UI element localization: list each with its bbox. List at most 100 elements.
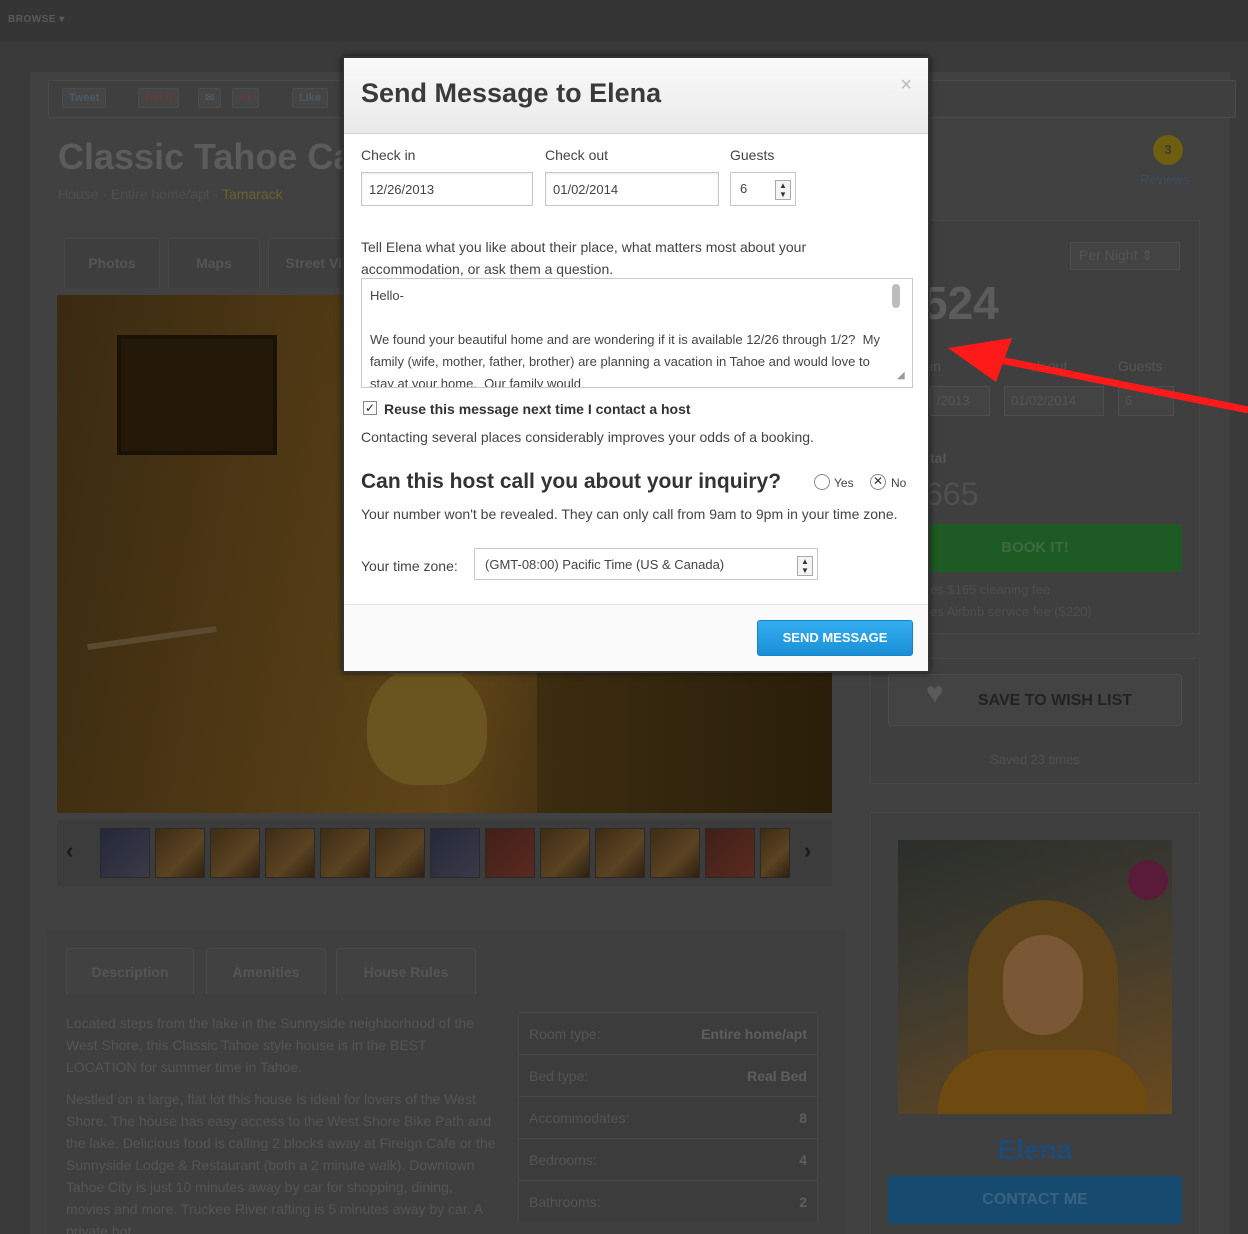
arrow-head	[948, 338, 1012, 382]
message-prompt: Tell Elena what you like about their pla…	[361, 239, 807, 277]
host-avatar[interactable]	[898, 840, 1172, 1114]
chevron-down-icon: ⇕	[1141, 247, 1153, 263]
photo-thumbnail[interactable]	[320, 828, 370, 878]
dialog-header: Send Message to Elena ×	[344, 58, 928, 134]
email-icon[interactable]: ✉	[198, 88, 222, 108]
chevron-right-icon[interactable]: ›	[804, 838, 811, 864]
tab-description[interactable]: Description	[66, 948, 194, 994]
guests-select[interactable]: 6 ▲ ▼	[730, 172, 796, 206]
photo-thumbnail[interactable]	[540, 828, 590, 878]
timezone-select[interactable]: (GMT-08:00) Pacific Time (US & Canada) ▲…	[474, 548, 818, 580]
chevron-left-icon[interactable]: ‹	[66, 838, 73, 864]
checkin-input[interactable]	[361, 172, 533, 206]
photo-thumbnail[interactable]	[705, 828, 755, 878]
arrow-shaft	[989, 354, 1248, 414]
photo-thumbnail[interactable]	[375, 828, 425, 878]
like-button[interactable]: Like	[292, 88, 329, 108]
heart-icon: ♥	[926, 677, 944, 710]
detail-value: Entire home/apt	[701, 1025, 807, 1042]
photo-thumbnail[interactable]	[155, 828, 205, 878]
detail-label: Accommodates:	[529, 1109, 630, 1126]
guests-value: 6	[740, 181, 748, 196]
listing-type: House · Entire home/apt ·	[58, 186, 222, 202]
total-value: 665	[925, 476, 979, 512]
detail-value: 8	[799, 1109, 807, 1126]
browse-menu[interactable]: BROWSE ▾	[8, 14, 65, 25]
photo-thumbnail[interactable]	[760, 828, 790, 878]
detail-row: Bedrooms: 4	[518, 1138, 818, 1180]
tab-amenities[interactable]: Amenities	[206, 948, 326, 994]
saved-count: Saved 23 times	[990, 752, 1080, 767]
photo-thumbnail[interactable]	[210, 828, 260, 878]
resize-handle-icon[interactable]: ◢	[897, 370, 909, 382]
spinner-icon[interactable]: ▲ ▼	[797, 556, 813, 576]
photo-detail	[367, 665, 487, 785]
thumbnail-list	[100, 828, 790, 878]
checkout-input[interactable]	[545, 172, 719, 206]
listing-subtitle: House · Entire home/apt · Tamarack	[58, 186, 338, 202]
detail-row: Accommodates: 8	[518, 1096, 818, 1138]
detail-row: Bed type: Real Bed	[518, 1054, 818, 1096]
detail-label: Room type:	[529, 1025, 601, 1042]
detail-value: 2	[799, 1193, 807, 1210]
listing-details-table: Room type: Entire home/apt Bed type: Real …	[518, 1012, 818, 1222]
call-yes-label[interactable]: Yes	[834, 476, 854, 490]
avatar-detail	[938, 1050, 1148, 1114]
annotation-arrow-icon	[948, 338, 1248, 414]
detail-row: Room type: Entire home/apt	[518, 1012, 818, 1054]
tab-photos[interactable]: Photos	[64, 238, 160, 288]
reuse-message-checkbox[interactable]: ✓	[363, 401, 377, 415]
nightly-price: 524	[922, 277, 999, 329]
send-message-button[interactable]: SEND MESSAGE	[757, 620, 913, 656]
photo-thumbnail[interactable]	[100, 828, 150, 878]
service-fee-note: es Airbnb service fee ($220)	[930, 604, 1092, 619]
call-no-label[interactable]: No	[891, 476, 906, 490]
description-paragraph: Nestled on a large, flat lot this house …	[66, 1091, 496, 1234]
call-note: Your number won't be revealed. They can …	[361, 506, 898, 522]
detail-value: Real Bed	[747, 1067, 807, 1084]
guests-label: Guests	[730, 147, 775, 163]
detail-label: Bed type:	[529, 1067, 589, 1084]
tab-house-rules[interactable]: House Rules	[336, 948, 476, 994]
contact-me-button[interactable]: CONTACT ME	[888, 1176, 1182, 1224]
call-no-radio[interactable]	[870, 474, 886, 490]
photo-detail	[87, 625, 217, 651]
total-label: tal	[930, 450, 947, 466]
description-text: Located steps from the lake in the Sunny…	[66, 1012, 496, 1234]
neighborhood-link[interactable]: Tamarack	[222, 186, 283, 202]
photo-thumbnail[interactable]	[265, 828, 315, 878]
gplus-button[interactable]: +1	[232, 88, 259, 108]
reviews-link[interactable]: Reviews	[1140, 172, 1189, 187]
reviews-count-badge[interactable]: 3	[1153, 135, 1183, 165]
spinner-icon[interactable]: ▲ ▼	[775, 180, 791, 200]
detail-value: 4	[799, 1151, 807, 1168]
close-icon[interactable]: ×	[900, 74, 912, 97]
listing-title: Classic Tahoe Cabin	[58, 136, 348, 177]
pin-button[interactable]: Pin it	[138, 88, 179, 108]
description-paragraph: Located steps from the lake in the Sunny…	[66, 1015, 474, 1075]
send-message-dialog: Send Message to Elena × Check in Check o…	[342, 56, 930, 673]
book-it-button[interactable]: BOOK IT!	[888, 524, 1182, 572]
rate-select[interactable]: Per Night ⇕	[1070, 242, 1180, 270]
detail-label: Bedrooms:	[529, 1151, 597, 1168]
call-yes-radio[interactable]	[814, 474, 830, 490]
message-textarea[interactable]: Hello- We found your beautiful home and …	[361, 278, 913, 388]
photo-thumbnail[interactable]	[595, 828, 645, 878]
tab-maps[interactable]: Maps	[168, 238, 260, 288]
photo-thumbnail[interactable]	[650, 828, 700, 878]
rate-select-value: Per Night	[1079, 247, 1138, 263]
cleaning-fee-note: es $165 cleaning fee	[930, 582, 1050, 597]
dialog-title: Send Message to Elena	[361, 78, 662, 108]
photo-thumbnail[interactable]	[485, 828, 535, 878]
host-name[interactable]: Elena	[870, 1134, 1200, 1166]
message-scrollbar[interactable]	[892, 284, 900, 308]
wishlist-label: SAVE TO WISH LIST	[977, 692, 1133, 709]
detail-label: Bathrooms:	[529, 1193, 601, 1210]
photo-thumbnail[interactable]	[430, 828, 480, 878]
reuse-message-hint: Contacting several places considerably i…	[361, 429, 814, 445]
photo-detail	[117, 335, 277, 455]
reuse-message-label[interactable]: Reuse this message next time I contact a…	[384, 401, 691, 417]
call-question: Can this host call you about your inquir…	[361, 470, 782, 493]
tweet-button[interactable]: Tweet	[62, 88, 107, 108]
top-bar: BROWSE ▾	[0, 0, 1248, 42]
